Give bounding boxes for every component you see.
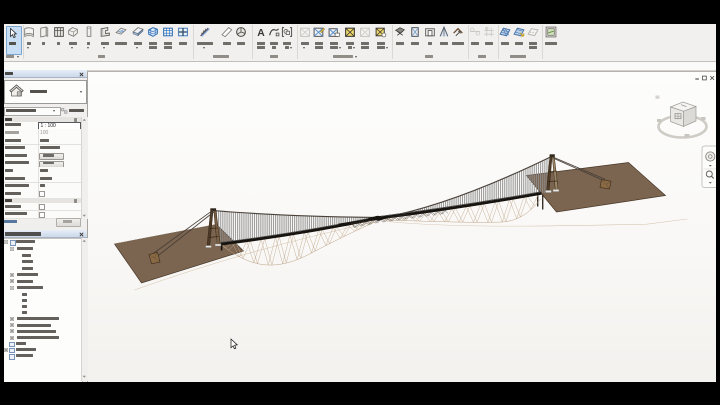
svg-text:A: A xyxy=(257,28,265,38)
